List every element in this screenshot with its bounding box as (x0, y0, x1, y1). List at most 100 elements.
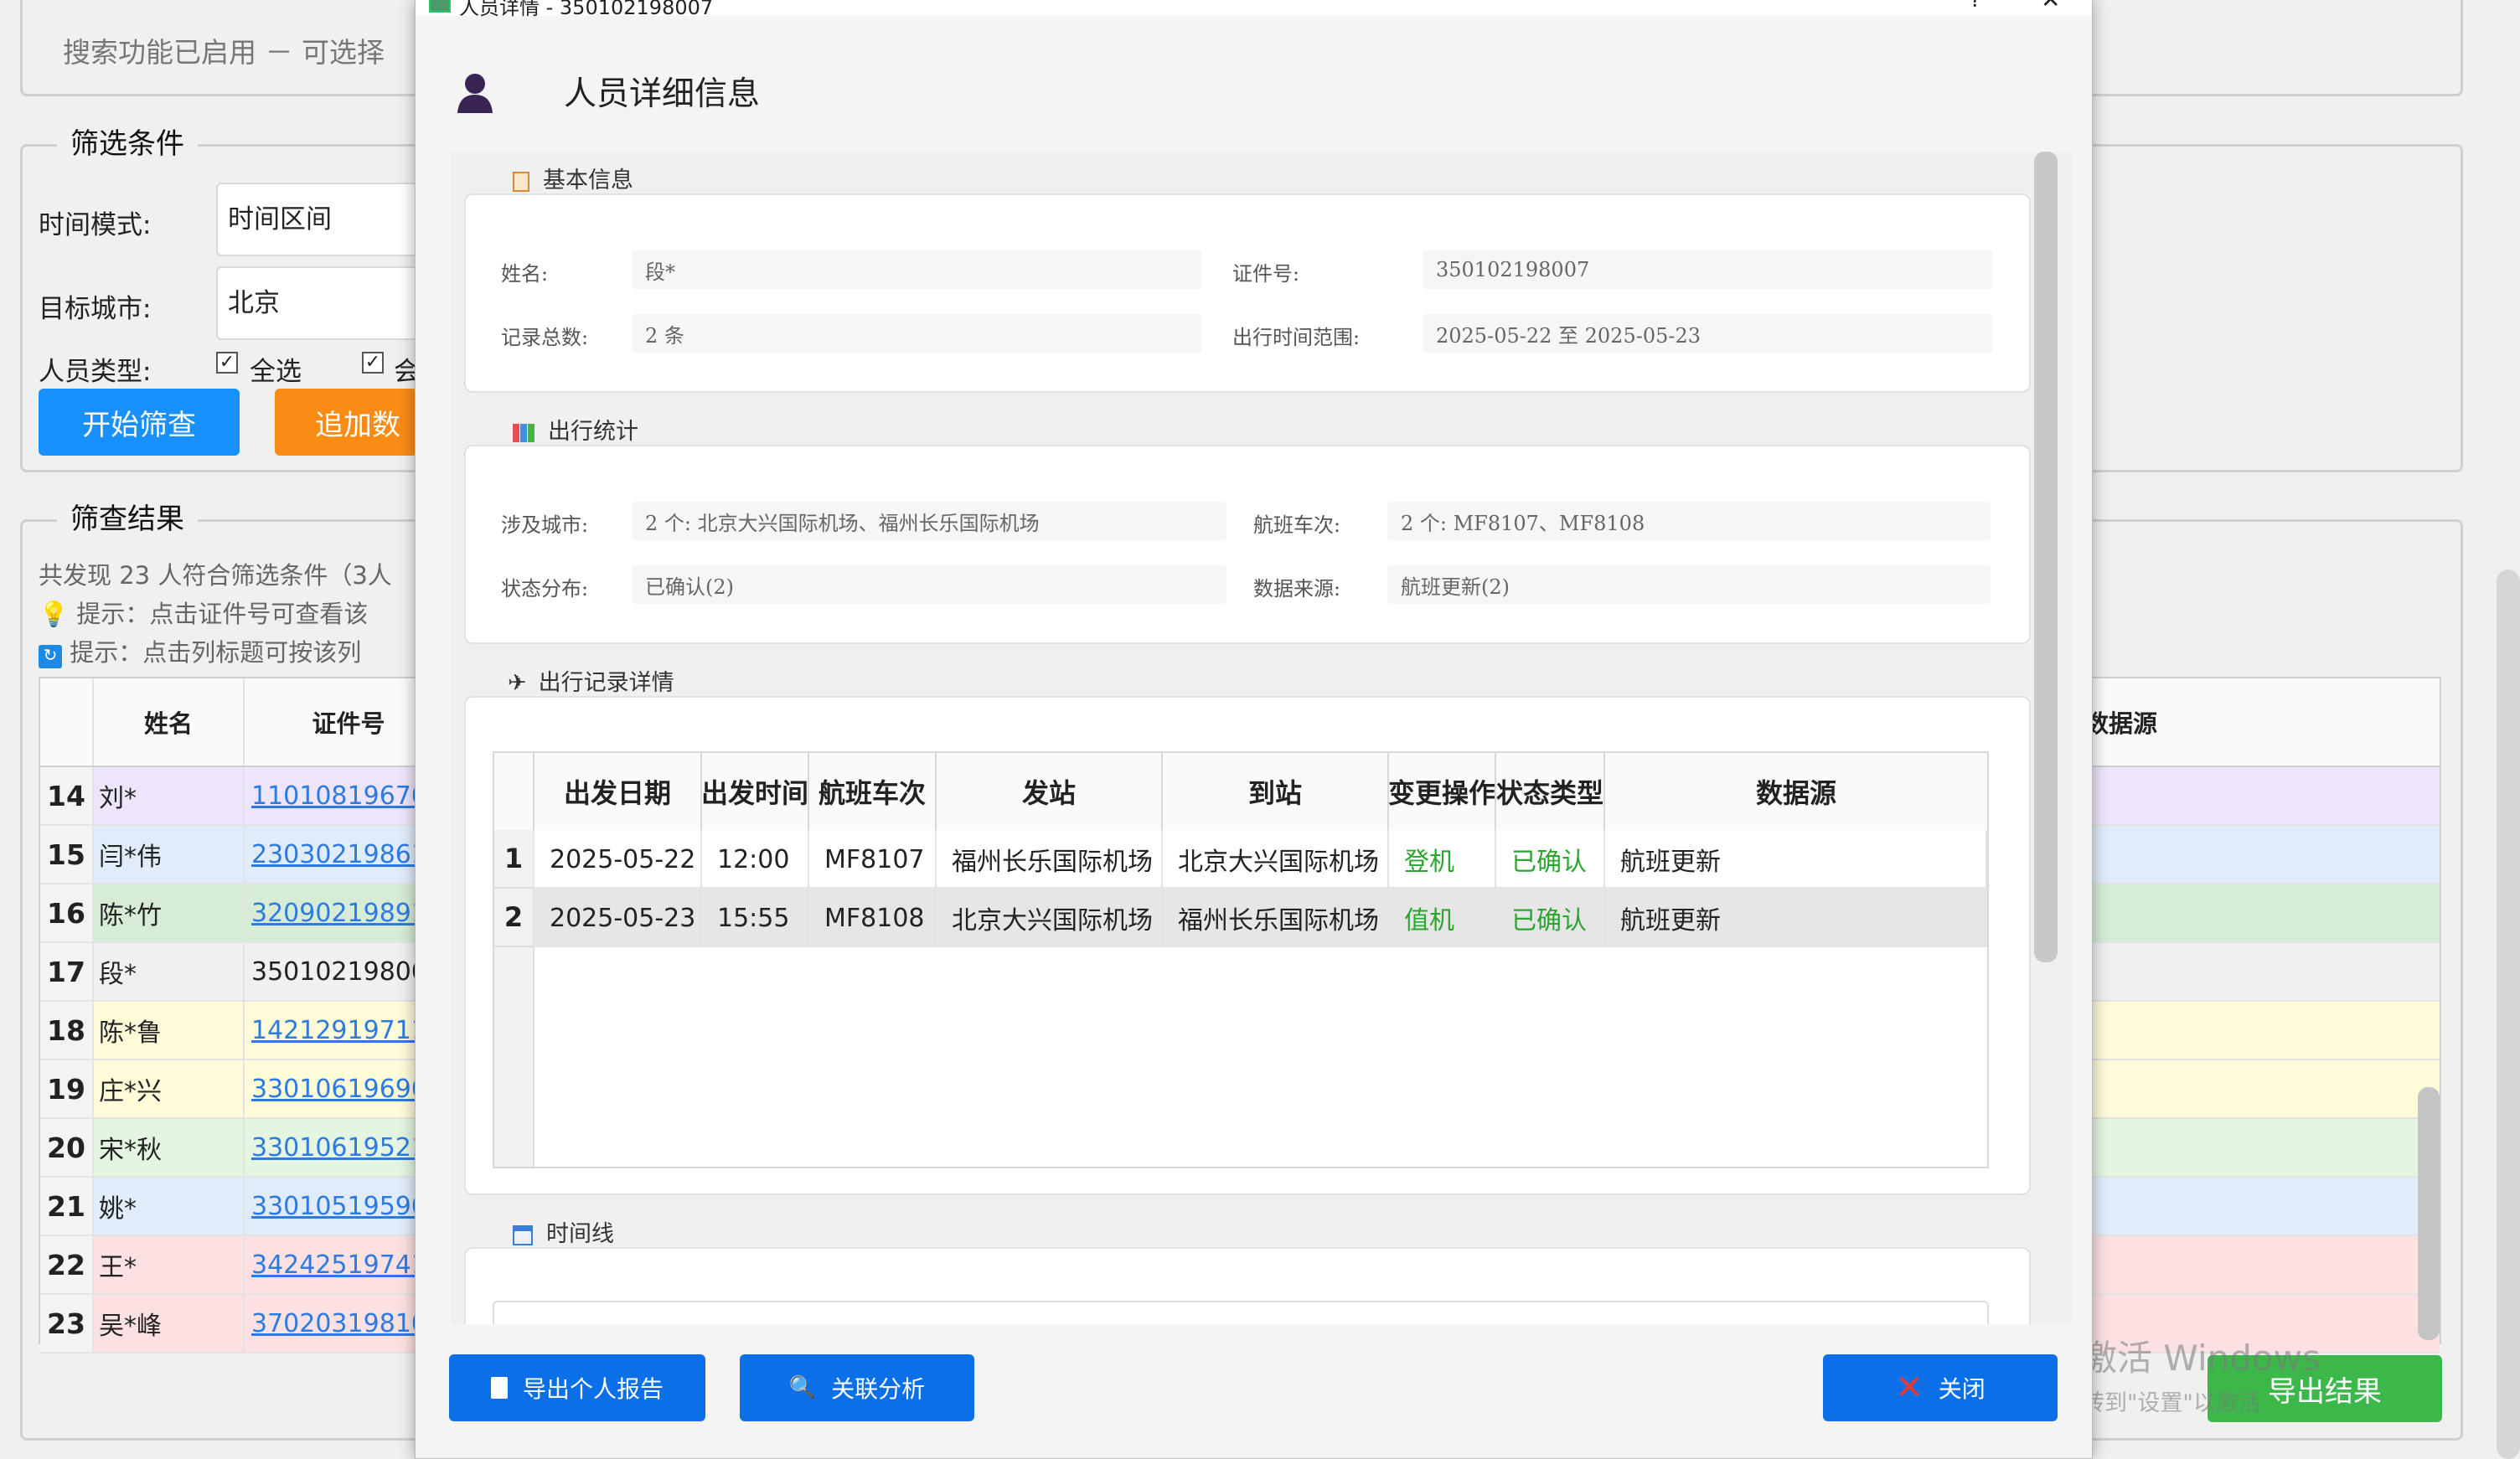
record-cell-status: 已确认 (1496, 830, 1605, 889)
check-all-checkbox[interactable]: ✓ (216, 352, 238, 374)
stats-header: 出行统计 (513, 413, 638, 446)
col-depart-date[interactable]: 出发日期 (534, 753, 702, 830)
row-name: 陈*鲁 (94, 1002, 245, 1059)
search-status-text: 搜索功能已启用 － 可选择 (63, 36, 385, 69)
basic-info-card: 姓名: 段* 证件号: 350102198007 记录总数: 2 条 出行时间范… (464, 193, 2031, 393)
bar-chart-icon (513, 423, 534, 442)
record-cell-from: 福州长乐国际机场 (937, 830, 1163, 889)
row-name: 姚* (94, 1178, 245, 1235)
row-name: 刘* (94, 767, 245, 824)
document-icon (490, 1377, 508, 1399)
records-card: 出发日期 出发时间 航班车次 发站 到站 变更操作 状态类型 数据源 1 2025… (464, 696, 2031, 1195)
check-all-label: 全选 (250, 357, 302, 387)
record-count-value: 2 条 (632, 314, 1201, 353)
analysis-button[interactable]: 🔍 关联分析 (740, 1354, 974, 1421)
record-cell-time: 15:55 (702, 889, 809, 947)
row-index: 17 (40, 943, 94, 1000)
name-value: 段* (632, 250, 1201, 289)
row-index: 19 (40, 1060, 94, 1117)
tip1-text: 提示：点击证件号可查看该 (76, 600, 369, 628)
records-table-header: 出发日期 出发时间 航班车次 发站 到站 变更操作 状态类型 数据源 (494, 753, 1987, 830)
cities-value: 2 个: 北京大兴国际机场、福州长乐国际机场 (632, 502, 1226, 540)
col-status-type[interactable]: 状态类型 (1496, 753, 1605, 830)
col-change-op[interactable]: 变更操作 (1389, 753, 1496, 830)
source-value: 航班更新(2) (1387, 565, 1991, 604)
append-data-button[interactable]: 追加数 (275, 389, 417, 456)
source-label: 数据来源: (1253, 577, 1341, 601)
id-label: 证件号: (1232, 262, 1300, 286)
results-summary: 共发现 23 人符合筛选条件（3人 (39, 561, 392, 590)
record-cell-source: 航班更新 (1605, 889, 1987, 947)
detail-scrollbar-thumb[interactable] (2034, 152, 2058, 962)
help-button[interactable]: ? (1970, 0, 1981, 13)
row-index: 18 (40, 1002, 94, 1059)
cities-label: 涉及城市: (501, 513, 589, 537)
person-type-label: 人员类型: (39, 357, 152, 387)
airplane-icon: ✈ (508, 670, 527, 696)
status-value: 已确认(2) (632, 565, 1226, 604)
tip1: 💡 提示：点击证件号可查看该 (39, 595, 368, 630)
dialog-heading: 人员详细信息 (564, 75, 761, 113)
timeline-header: 时间线 (513, 1215, 614, 1248)
export-report-label: 导出个人报告 (522, 1375, 664, 1403)
record-count-label: 记录总数: (501, 326, 589, 349)
calendar-icon (513, 1224, 533, 1245)
id-value: 350102198007 (1423, 250, 1992, 289)
stats-card: 涉及城市: 2 个: 北京大兴国际机场、福州长乐国际机场 航班车次: 2 个: … (464, 445, 2031, 644)
detail-scroll-area: 基本信息 姓名: 段* 证件号: 350102198007 记录总数: 2 条 … (451, 152, 2073, 1324)
person-icon (456, 71, 494, 113)
records-header-corner (494, 753, 534, 830)
close-window-button[interactable]: ✕ (2041, 0, 2060, 13)
record-cell-flight: MF8108 (809, 889, 937, 947)
header-corner (40, 678, 94, 766)
row-index: 15 (40, 826, 94, 883)
row-name: 段* (94, 943, 245, 1000)
close-label: 关闭 (1938, 1375, 1986, 1403)
records-header: ✈ 出行记录详情 (508, 664, 674, 697)
row-index: 21 (40, 1178, 94, 1235)
col-flight[interactable]: 航班车次 (809, 753, 937, 830)
dialog-titlebar: 人员详情 - 350102198007 ? ✕ (416, 0, 2092, 19)
analysis-label: 关联分析 (831, 1375, 926, 1403)
close-icon: ✕ (1895, 1369, 1924, 1407)
row-name: 闫*伟 (94, 826, 245, 883)
results-scrollbar-thumb[interactable] (2418, 1087, 2440, 1340)
record-cell-date: 2025-05-22 (534, 830, 702, 889)
header-name[interactable]: 姓名 (94, 678, 245, 766)
records-header-label: 出行记录详情 (538, 670, 674, 696)
check-second-checkbox[interactable]: ✓ (362, 352, 384, 374)
scrollbar[interactable] (2497, 570, 2520, 1459)
row-name: 陈*竹 (94, 884, 245, 941)
col-to[interactable]: 到站 (1163, 753, 1389, 830)
record-cell-op: 登机 (1389, 830, 1496, 889)
time-mode-select[interactable]: 时间区间 (216, 183, 434, 256)
timeline-header-label: 时间线 (546, 1221, 614, 1247)
time-range-value: 2025-05-22 至 2025-05-23 (1423, 314, 1992, 353)
row-index: 22 (40, 1236, 94, 1293)
record-cell-time: 12:00 (702, 830, 809, 889)
record-cell-from: 北京大兴国际机场 (937, 889, 1163, 947)
filter-legend: 筛选条件 (57, 121, 198, 162)
basic-info-header: 基本信息 (513, 162, 633, 194)
record-cell-flight: MF8107 (809, 830, 937, 889)
lightbulb-icon: 💡 (39, 600, 70, 628)
start-screening-button[interactable]: 开始筛查 (39, 389, 240, 456)
time-mode-label: 时间模式: (39, 210, 152, 240)
col-from[interactable]: 发站 (937, 753, 1163, 830)
row-name: 吴*峰 (94, 1295, 245, 1352)
header-datasource[interactable]: 数据源 (2084, 678, 2294, 766)
clipboard-icon (513, 171, 529, 192)
col-datasource[interactable]: 数据源 (1605, 753, 1987, 830)
time-range-label: 出行时间范围: (1232, 326, 1361, 349)
row-name: 王* (94, 1236, 245, 1293)
city-input[interactable]: 北京 (216, 266, 434, 340)
export-report-button[interactable]: 导出个人报告 (449, 1354, 705, 1421)
row-index: 16 (40, 884, 94, 941)
col-depart-time[interactable]: 出发时间 (702, 753, 809, 830)
record-cell-to: 福州长乐国际机场 (1163, 889, 1389, 947)
record-cell-source: 航班更新 (1605, 830, 1987, 889)
close-button[interactable]: ✕ 关闭 (1823, 1354, 2058, 1421)
stats-header-label: 出行统计 (548, 419, 638, 445)
record-cell-date: 2025-05-23 (534, 889, 702, 947)
record-row-index: 2 (494, 889, 534, 947)
